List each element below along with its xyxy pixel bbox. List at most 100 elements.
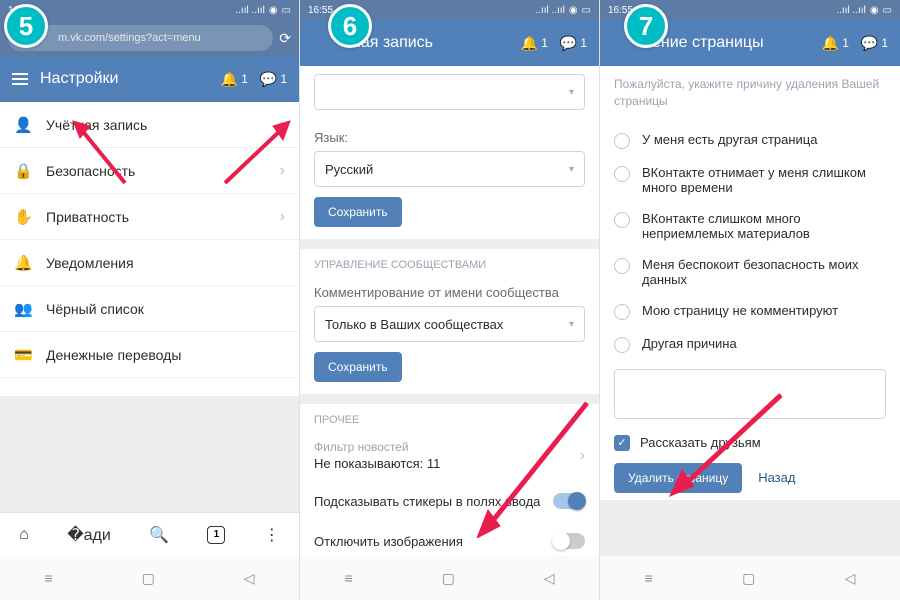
bell-outline-icon: 🔔 (14, 254, 32, 272)
recent-apps-icon[interactable]: ≡ (645, 570, 653, 586)
toggle-on[interactable] (553, 493, 585, 509)
reason-label: ВКонтакте отнимает у меня слишком много … (642, 165, 886, 195)
empty-area (0, 396, 299, 512)
messages-button[interactable]: 💬1 (560, 35, 587, 52)
android-nav-bar: ≡ ▢ ◁ (300, 556, 599, 600)
reason-radio[interactable]: Меня беспокоит безопасность моих данных (600, 249, 900, 295)
more-icon[interactable]: ⋮ (264, 525, 280, 545)
step-badge-5: 5 (4, 4, 48, 48)
user-icon: 👤 (14, 116, 32, 134)
users-icon: 👥 (14, 300, 32, 318)
recent-apps-icon[interactable]: ≡ (44, 570, 52, 586)
refresh-icon[interactable]: ⟳ (279, 30, 291, 47)
home-button-icon[interactable]: ▢ (742, 570, 755, 587)
reason-radio[interactable]: ВКонтакте слишком много неприемлемых мат… (600, 203, 900, 249)
news-filter-value: Не показываются: 11 (314, 456, 440, 471)
share-icon[interactable]: �ади (67, 525, 111, 545)
hamburger-icon[interactable] (12, 73, 28, 85)
wifi-icon: ◉ (870, 5, 879, 16)
settings-item-label: Безопасность (46, 163, 135, 179)
bell-icon: 🔔 (521, 35, 538, 52)
settings-item-transfers[interactable]: 💳 Денежные переводы (0, 332, 299, 378)
divider (300, 394, 599, 404)
delete-page-button[interactable]: Удалить страницу (614, 463, 742, 493)
save-button[interactable]: Сохранить (314, 197, 402, 227)
bell-icon: 🔔 (221, 71, 238, 88)
back-link[interactable]: Назад (758, 470, 795, 485)
images-toggle-row[interactable]: Отключить изображения (300, 521, 599, 561)
back-icon[interactable]: ◁ (244, 570, 255, 587)
reason-radio[interactable]: ВКонтакте отнимает у меня слишком много … (600, 157, 900, 203)
reason-textarea[interactable] (614, 369, 886, 419)
browser-toolbar: ⌂ �ади 🔍 1 ⋮ (0, 512, 299, 556)
language-value: Русский (325, 162, 373, 177)
messages-button[interactable]: 💬1 (260, 71, 287, 88)
android-nav-bar: ≡ ▢ ◁ (600, 556, 900, 600)
settings-item-label: Денежные переводы (46, 347, 181, 363)
radio-icon (614, 212, 630, 228)
battery-icon: ▭ (282, 5, 291, 16)
radio-icon (614, 258, 630, 274)
chevron-down-icon: ▾ (569, 319, 574, 330)
divider (300, 239, 599, 249)
radio-icon (614, 304, 630, 320)
radio-icon (614, 166, 630, 182)
reason-label: У меня есть другая страница (642, 132, 817, 147)
tabs-button[interactable]: 1 (207, 526, 225, 544)
settings-item-blacklist[interactable]: 👥 Чёрный список (0, 286, 299, 332)
step-badge-6: 6 (328, 4, 372, 48)
chevron-right-icon: › (280, 162, 285, 180)
community-comment-select[interactable]: Только в Ваших сообществах ▾ (314, 306, 585, 342)
toggle-off[interactable] (553, 533, 585, 549)
language-select[interactable]: Русский ▾ (314, 151, 585, 187)
radio-icon (614, 337, 630, 353)
home-icon[interactable]: ⌂ (19, 526, 29, 544)
tell-friends-row[interactable]: ✓ Рассказать друзьям (600, 429, 900, 463)
settings-item-label: Чёрный список (46, 301, 144, 317)
messages-button[interactable]: 💬1 (861, 35, 888, 52)
news-filter-label: Фильтр новостей (314, 440, 440, 454)
notifications-button[interactable]: 🔔1 (221, 71, 248, 88)
images-label: Отключить изображения (314, 534, 463, 549)
reason-radio[interactable]: Мою страницу не комментируют (600, 295, 900, 328)
lock-icon: 🔒 (14, 162, 32, 180)
radio-icon (614, 133, 630, 149)
reason-radio[interactable]: У меня есть другая страница (600, 124, 900, 157)
settings-item-security[interactable]: 🔒 Безопасность › (0, 148, 299, 194)
settings-item-account[interactable]: 👤 Учётная запись › (0, 102, 299, 148)
chevron-right-icon: › (280, 208, 285, 226)
page-title: ение страницы (652, 34, 810, 52)
page-title: Настройки (40, 70, 209, 88)
home-button-icon[interactable]: ▢ (442, 570, 455, 587)
bubble-icon: 💬 (861, 35, 878, 52)
back-icon[interactable]: ◁ (544, 570, 555, 587)
reason-radio[interactable]: Другая причина (600, 328, 900, 361)
notifications-button[interactable]: 🔔1 (822, 35, 849, 52)
tz-select-partial[interactable]: ▾ (314, 74, 585, 110)
chevron-down-icon: ▾ (569, 164, 574, 175)
settings-item-notifications[interactable]: 🔔 Уведомления (0, 240, 299, 286)
bubble-icon: 💬 (560, 35, 577, 52)
settings-list: 👤 Учётная запись › 🔒 Безопасность › ✋ Пр… (0, 102, 299, 378)
settings-item-privacy[interactable]: ✋ Приватность › (0, 194, 299, 240)
community-comment-label: Комментирование от имени сообщества (300, 275, 599, 306)
wifi-icon: ◉ (269, 5, 278, 16)
notifications-button[interactable]: 🔔1 (521, 35, 548, 52)
save-button[interactable]: Сохранить (314, 352, 402, 382)
settings-item-label: Уведомления (46, 255, 134, 271)
battery-icon: ▭ (883, 5, 892, 16)
search-icon[interactable]: 🔍 (149, 525, 169, 545)
bell-icon: 🔔 (822, 35, 839, 52)
wifi-icon: ◉ (569, 5, 578, 16)
hand-icon: ✋ (14, 208, 32, 226)
reason-label: Меня беспокоит безопасность моих данных (642, 257, 886, 287)
community-comment-value: Только в Ваших сообществах (325, 317, 503, 332)
vk-header: Настройки 🔔1 💬1 (0, 56, 299, 102)
home-button-icon[interactable]: ▢ (142, 570, 155, 587)
recent-apps-icon[interactable]: ≡ (344, 570, 352, 586)
tell-friends-label: Рассказать друзьям (640, 435, 761, 450)
back-icon[interactable]: ◁ (845, 570, 856, 587)
reason-label: Мою страницу не комментируют (642, 303, 838, 318)
news-filter-row[interactable]: Фильтр новостей Не показываются: 11 › (300, 430, 599, 481)
stickers-toggle-row[interactable]: Подсказывать стикеры в полях ввода (300, 481, 599, 521)
